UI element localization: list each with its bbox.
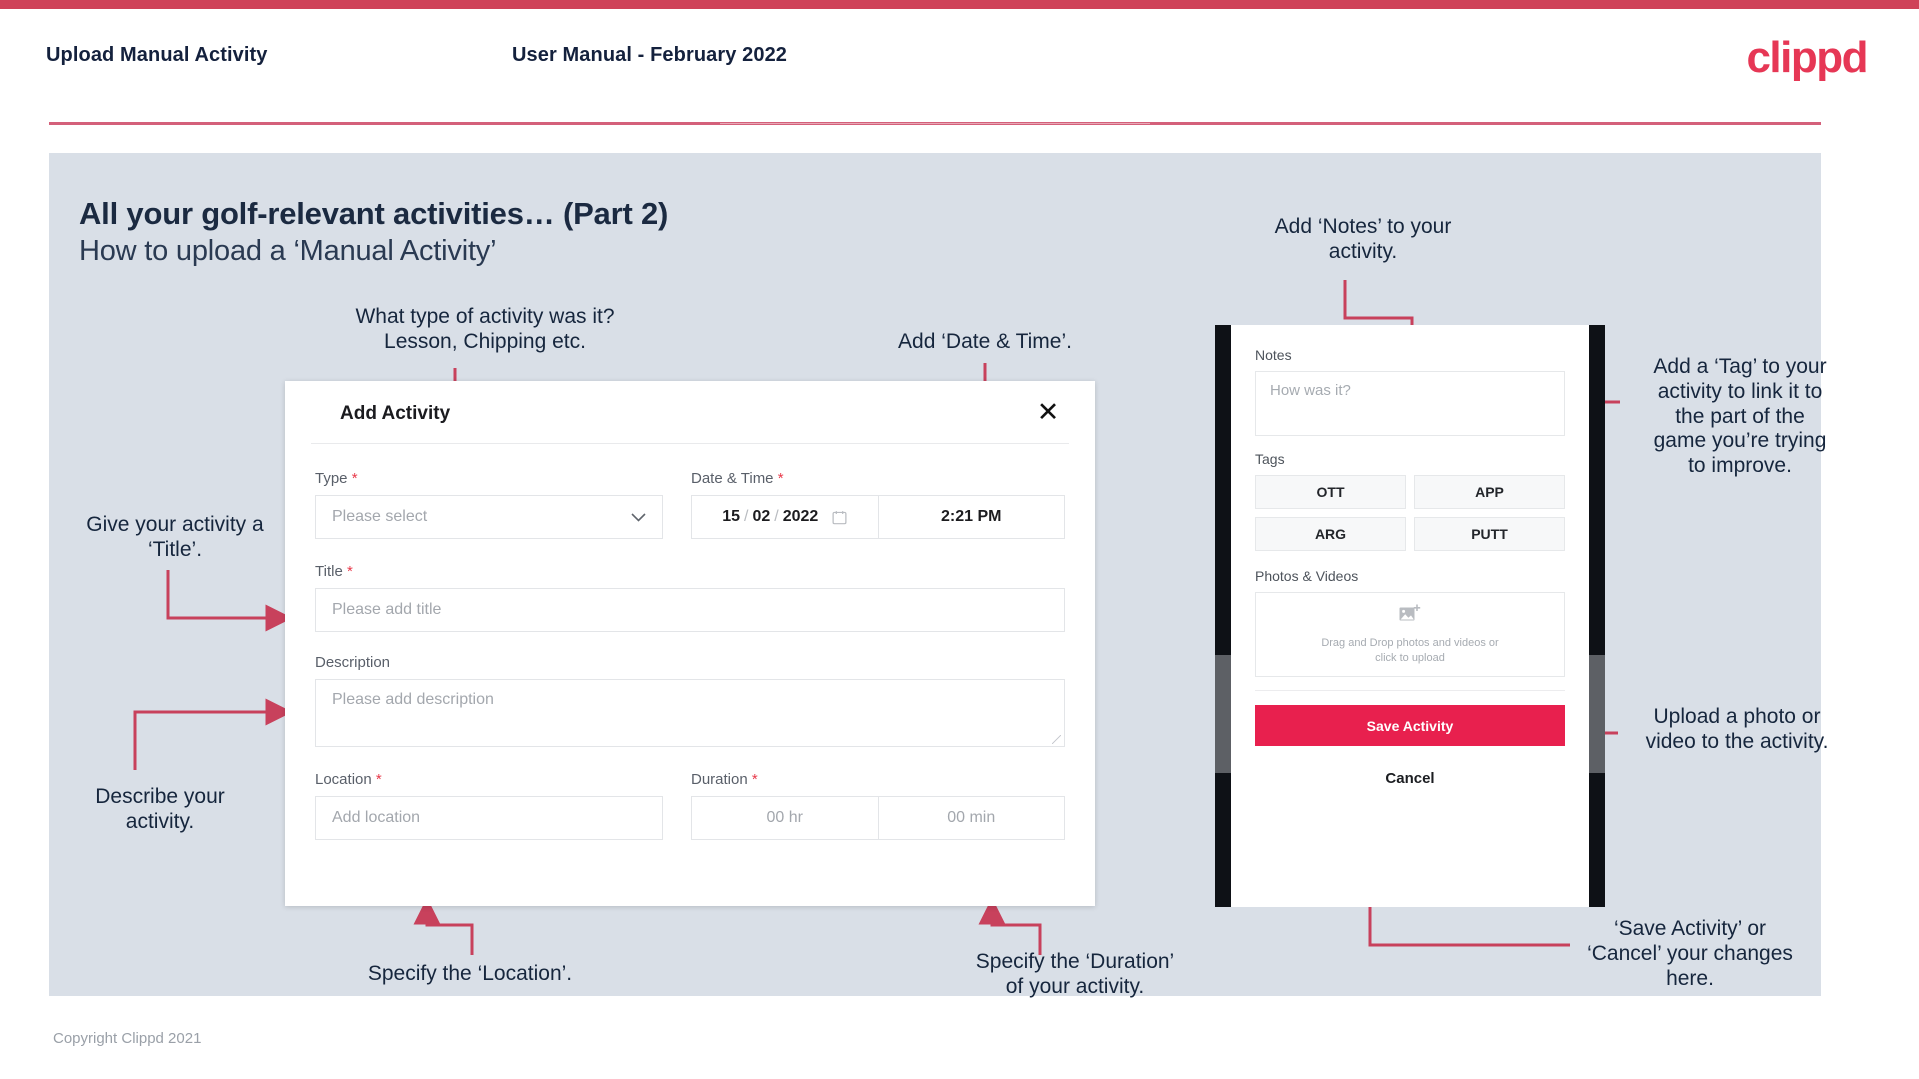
- slide-subtitle: How to upload a ‘Manual Activity’: [79, 235, 497, 267]
- annotation-duration: Specify the ‘Duration’ of your activity.: [975, 950, 1175, 998]
- description-placeholder: Please add description: [332, 691, 494, 708]
- form-row-location-duration: Location * Add location Duration * 00 hr…: [285, 747, 1095, 840]
- cancel-button[interactable]: Cancel: [1255, 770, 1565, 787]
- date-month: 02: [752, 508, 771, 525]
- type-placeholder: Please select: [332, 508, 428, 525]
- field-duration: Duration * 00 hr 00 min: [691, 771, 1065, 840]
- annotation-location: Specify the ‘Location’.: [367, 962, 573, 985]
- phone-notes-input[interactable]: How was it?: [1255, 371, 1565, 436]
- dialog-body: Type * Please select Date & Time * 15 /: [285, 443, 1095, 840]
- top-accent-bar: [0, 0, 1919, 9]
- annotation-datetime: Add ‘Date & Time’.: [898, 330, 1072, 353]
- phone-screen: Notes How was it? Tags OTT APP ARG PUTT …: [1231, 325, 1589, 907]
- duration-hours-input[interactable]: 00 hr: [692, 797, 879, 839]
- tag-ott[interactable]: OTT: [1255, 475, 1406, 509]
- chevron-down-icon: [631, 509, 646, 525]
- type-select[interactable]: Please select: [315, 495, 663, 539]
- date-year: 2022: [782, 508, 819, 525]
- phone-bezel-right: [1589, 325, 1605, 907]
- field-datetime: Date & Time * 15 / 02 / 2022 2:21 PM: [691, 470, 1065, 539]
- date-sep-1: /: [744, 508, 749, 525]
- tag-putt[interactable]: PUTT: [1414, 517, 1565, 551]
- phone-tags-label: Tags: [1255, 451, 1285, 467]
- annotation-upload: Upload a photo or video to the activity.: [1645, 705, 1829, 753]
- phone-upload-text: Drag and Drop photos and videos or click…: [1321, 636, 1499, 664]
- phone-photos-label: Photos & Videos: [1255, 568, 1359, 584]
- add-image-icon: [1399, 604, 1421, 629]
- description-textarea[interactable]: Please add description: [315, 679, 1065, 747]
- date-input[interactable]: 15 / 02 / 2022: [692, 496, 879, 538]
- date-sep-2: /: [774, 508, 779, 525]
- annotation-tags: Add a ‘Tag’ to your activity to link it …: [1653, 355, 1827, 478]
- title-placeholder: Please add title: [332, 601, 442, 618]
- annotation-type: What type of activity was it? Lesson, Ch…: [355, 305, 615, 353]
- clippd-logo: clippd: [1746, 33, 1868, 82]
- resize-handle-icon[interactable]: [1052, 735, 1061, 744]
- annotation-save: ‘Save Activity’ or ‘Cancel’ your changes…: [1587, 917, 1793, 990]
- title-input[interactable]: Please add title: [315, 588, 1065, 632]
- field-title: Title * Please add title: [315, 563, 1065, 632]
- required-marker: *: [751, 771, 758, 788]
- form-row-description: Description Please add description: [285, 632, 1095, 747]
- required-marker: *: [351, 470, 358, 487]
- phone-notes-placeholder: How was it?: [1270, 382, 1351, 399]
- annotation-description: Describe your activity.: [95, 785, 225, 833]
- header-subtitle: User Manual - February 2022: [512, 44, 788, 66]
- required-marker: *: [777, 470, 784, 487]
- dialog-title: Add Activity: [340, 403, 451, 424]
- close-icon[interactable]: ✕: [1031, 395, 1065, 429]
- phone-bezel-left-highlight: [1215, 655, 1231, 773]
- dialog-header: Add Activity ✕: [285, 381, 1095, 443]
- field-description: Description Please add description: [315, 654, 1065, 747]
- phone-bezel-right-highlight: [1589, 655, 1605, 773]
- field-location: Location * Add location: [315, 771, 663, 840]
- phone-tags-grid: OTT APP ARG PUTT: [1255, 475, 1565, 551]
- tag-app[interactable]: APP: [1414, 475, 1565, 509]
- phone-upload-dropzone[interactable]: Drag and Drop photos and videos or click…: [1255, 592, 1565, 677]
- phone-divider: [1255, 690, 1565, 691]
- annotation-notes: Add ‘Notes’ to your activity.: [1274, 215, 1452, 263]
- datetime-group: 15 / 02 / 2022 2:21 PM: [691, 495, 1065, 539]
- copyright-text: Copyright Clippd 2021: [53, 1030, 202, 1047]
- phone-mockup: Notes How was it? Tags OTT APP ARG PUTT …: [1215, 325, 1605, 907]
- date-day: 15: [722, 508, 740, 525]
- label-datetime: Date & Time *: [691, 470, 784, 487]
- required-marker: *: [375, 771, 382, 788]
- required-marker: *: [346, 563, 353, 580]
- form-row-title: Title * Please add title: [285, 539, 1095, 632]
- duration-minutes-input[interactable]: 00 min: [879, 797, 1065, 839]
- label-type: Type *: [315, 470, 358, 487]
- field-type: Type * Please select: [315, 470, 663, 539]
- save-activity-button[interactable]: Save Activity: [1255, 705, 1565, 746]
- form-row-type-datetime: Type * Please select Date & Time * 15 /: [285, 443, 1095, 539]
- calendar-icon[interactable]: [832, 510, 847, 525]
- header-divider-highlight: [720, 123, 1150, 124]
- label-title: Title *: [315, 563, 353, 580]
- slide-title: All your golf-relevant activities… (Part…: [79, 196, 669, 231]
- add-activity-dialog: Add Activity ✕ Type * Please select Date: [285, 381, 1095, 906]
- page-title: Upload Manual Activity: [46, 44, 268, 66]
- time-input[interactable]: 2:21 PM: [879, 496, 1065, 538]
- location-input[interactable]: Add location: [315, 796, 663, 840]
- label-location: Location *: [315, 771, 382, 788]
- annotation-title: Give your activity a ‘Title’.: [86, 513, 264, 561]
- phone-notes-label: Notes: [1255, 347, 1292, 363]
- label-duration: Duration *: [691, 771, 758, 788]
- location-placeholder: Add location: [332, 809, 421, 826]
- duration-group: 00 hr 00 min: [691, 796, 1065, 840]
- label-description: Description: [315, 654, 391, 671]
- slide-page: Upload Manual Activity User Manual - Feb…: [0, 0, 1919, 1079]
- tag-arg[interactable]: ARG: [1255, 517, 1406, 551]
- phone-bezel-left: [1215, 325, 1231, 907]
